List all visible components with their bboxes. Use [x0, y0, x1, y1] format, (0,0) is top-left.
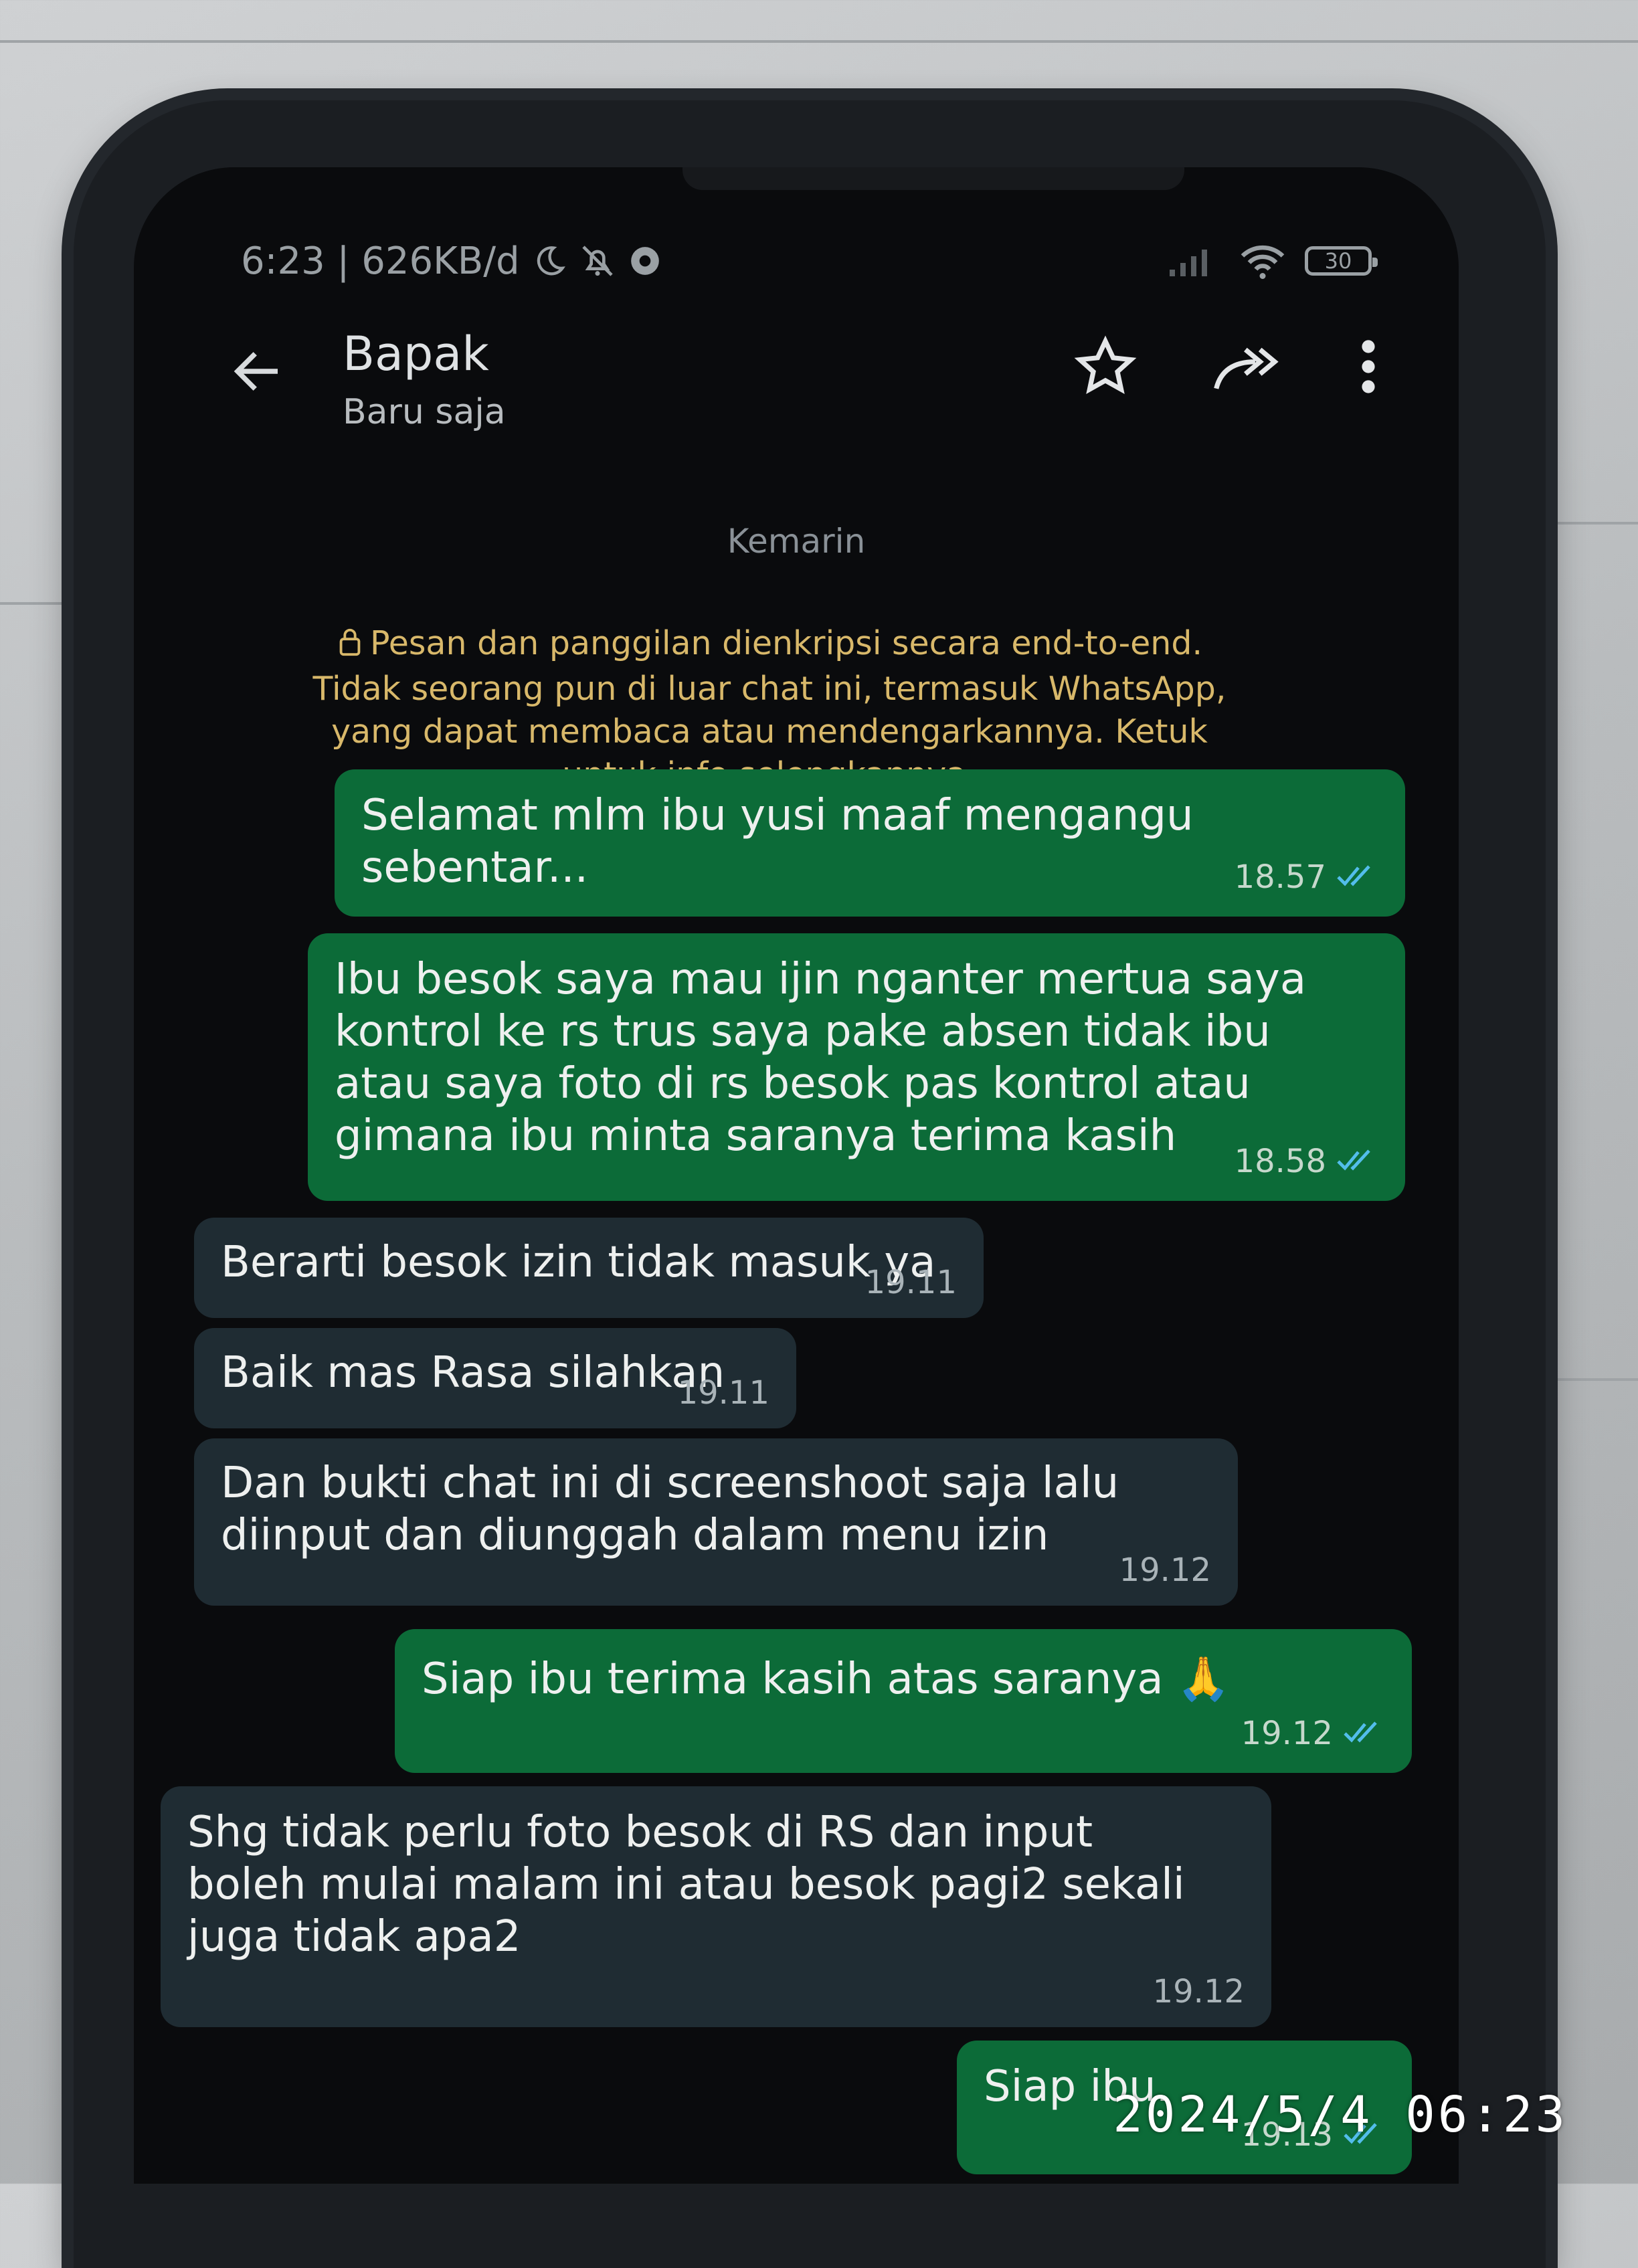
more-vertical-icon[interactable] — [1358, 337, 1378, 399]
contact-info[interactable]: Bapak Baru saja — [343, 326, 506, 432]
tile-grout — [1532, 522, 1638, 525]
message-time: 19.12 — [1152, 1973, 1245, 2010]
message-time: 18.57 — [1234, 858, 1326, 896]
tile-grout — [1532, 1378, 1638, 1381]
chat-header: Bapak Baru saja — [134, 301, 1459, 448]
read-ticks-icon — [1336, 851, 1378, 903]
bell-off-icon — [579, 242, 616, 280]
signal-icon — [1167, 246, 1220, 276]
message-text: Selamat mlm ibu yusi maaf mengangu seben… — [361, 791, 1194, 892]
phone-body: 6:23 | 626KB/d 30 Bapak Baru saja Kemari… — [74, 100, 1546, 2268]
camera-notch — [682, 167, 1184, 190]
message-time: 18.58 — [1234, 1143, 1326, 1180]
message-time: 19.12 — [1119, 1551, 1211, 1589]
message-time: 19.11 — [864, 1264, 957, 1301]
encryption-notice-text: Pesan dan panggilan dienkripsi secara en… — [312, 624, 1226, 793]
contact-name: Bapak — [343, 326, 489, 381]
photo-timestamp: 2024/5/4 06:23 — [1113, 2086, 1568, 2144]
battery-level: 30 — [1324, 248, 1352, 274]
message-text: Berarti besok izin tidak masuk ya — [221, 1238, 936, 1287]
read-ticks-icon — [1336, 1135, 1378, 1188]
message-text: Dan bukti chat ini di screenshoot saja l… — [221, 1458, 1119, 1560]
contact-status: Baru saja — [343, 392, 506, 432]
message-time: 19.11 — [677, 1374, 769, 1412]
moon-icon — [532, 244, 567, 278]
date-separator: Kemarin — [727, 522, 866, 561]
tile-grout — [0, 40, 1638, 43]
message-bubble-outgoing[interactable]: Ibu besok saya mau ijin nganter mertua s… — [308, 933, 1405, 1201]
message-text: Shg tidak perlu foto besok di RS dan inp… — [187, 1808, 1185, 1962]
lock-icon — [337, 625, 363, 668]
message-bubble-incoming[interactable]: Berarti besok izin tidak masuk ya 19.11 — [194, 1218, 984, 1318]
message-text: Ibu besok saya mau ijin nganter mertua s… — [335, 955, 1307, 1161]
message-text: Siap ibu terima kasih atas saranya 🙏 — [422, 1655, 1231, 1704]
message-bubble-outgoing[interactable]: Selamat mlm ibu yusi maaf mengangu seben… — [335, 769, 1405, 917]
message-bubble-outgoing[interactable]: Siap ibu terima kasih atas saranya 🙏 19.… — [395, 1629, 1412, 1773]
battery-icon: 30 — [1305, 246, 1378, 276]
forward-icon[interactable] — [1211, 340, 1285, 396]
message-bubble-incoming[interactable]: Baik mas Rasa silahkan 19.11 — [194, 1328, 796, 1428]
star-icon[interactable] — [1073, 335, 1138, 401]
back-arrow-icon[interactable] — [227, 341, 288, 404]
chrome-icon — [628, 244, 662, 278]
phone-screen: 6:23 | 626KB/d 30 Bapak Baru saja Kemari… — [134, 167, 1459, 2184]
read-ticks-icon — [1342, 1707, 1385, 1760]
message-bubble-incoming[interactable]: Shg tidak perlu foto besok di RS dan inp… — [161, 1786, 1271, 2027]
message-time: 19.12 — [1241, 1715, 1333, 1752]
message-bubble-incoming[interactable]: Dan bukti chat ini di screenshoot saja l… — [194, 1438, 1238, 1606]
wifi-icon — [1239, 242, 1286, 280]
status-time-speed: 6:23 | 626KB/d — [241, 239, 520, 283]
status-bar: 6:23 | 626KB/d 30 — [241, 234, 1378, 288]
